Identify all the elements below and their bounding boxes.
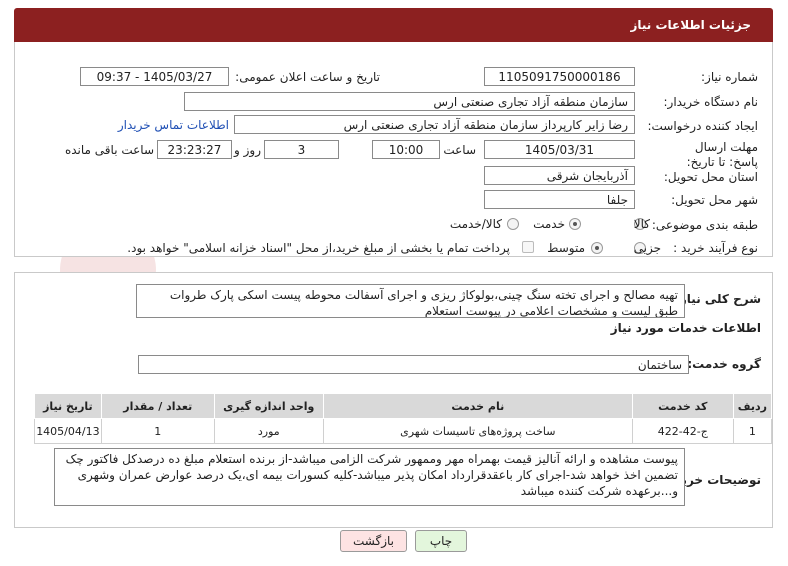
deadline-label: مهلت ارسال پاسخ: تا تاریخ: [686,140,758,169]
print-button[interactable]: چاپ [415,530,467,552]
province-label: استان محل تحویل: [663,170,758,184]
deadline-time-label: ساعت [443,143,476,157]
buyer-org-field[interactable]: سازمان منطقه آزاد تجاری صنعتی ارس [184,92,635,111]
cell-need-date: 1405/04/13 [34,418,102,444]
service-group-field[interactable]: ساختمان [138,355,689,374]
remaining-label: ساعت باقی مانده [64,143,154,157]
purchase-option-minor: جزیی [633,241,661,255]
col-unit: واحد اندازه گیری [213,393,324,419]
back-button[interactable]: بازگشت [340,530,407,552]
cell-quantity: 1 [100,418,215,444]
cell-service-name: ساخت پروژه‌های تاسیسات شهری [322,418,633,444]
panel-header: جزئیات اطلاعات نیاز [14,8,773,42]
category-option-service: خدمت [533,217,565,231]
creator-field[interactable]: رضا زاير كارپرداز سازمان منطقه آزاد تجار… [234,115,635,134]
announce-field[interactable]: 1405/03/27 - 09:37 [80,67,229,86]
summary-label: شرح کلی نیاز: [675,292,761,306]
col-service-code: کد خدمت [631,393,734,419]
days-field[interactable]: 3 [264,140,339,159]
category-option-goods-service: کالا/خدمت [449,217,502,231]
treasury-payment-note: پرداخت تمام یا بخشی از مبلغ خرید،از محل … [127,241,510,255]
city-field[interactable]: جلفا [484,190,635,209]
treasury-payment-checkbox[interactable] [522,241,534,253]
category-option-goods: کالا [633,217,650,231]
creator-label: ایجاد کننده درخواست: [647,119,758,133]
col-row: ردیف [732,393,773,419]
category-radio-goods-service[interactable] [507,218,519,230]
contact-buyer-link[interactable]: اطلاعات تماس خریدار [118,118,229,132]
days-label: روز و [234,143,261,157]
need-number-field[interactable]: 1105091750000186 [484,67,635,86]
buyer-notes-textarea[interactable]: پیوست مشاهده و ارائه آنالیز قیمت بهمراه … [54,448,685,506]
cell-service-code: ج-42-422 [631,418,734,444]
remaining-time-field[interactable]: 23:23:27 [157,140,232,159]
buyer-org-label: نام دستگاه خریدار: [663,95,759,109]
deadline-date-field[interactable]: 1405/03/31 [484,140,635,159]
province-field[interactable]: آذربایجان شرقی [484,166,635,185]
cell-row: 1 [732,418,773,444]
col-service-name: نام خدمت [322,393,633,419]
city-label: شهر محل تحویل: [671,193,758,207]
services-table-header: ردیف کد خدمت نام خدمت واحد اندازه گیری ت… [34,393,773,419]
cell-unit: مورد [213,418,324,444]
service-group-label: گروه خدمت: [687,357,761,371]
table-row[interactable]: 1 ج-42-422 ساخت پروژه‌های تاسیسات شهری م… [34,418,773,444]
purchase-type-label: نوع فرآیند خرید : [673,241,758,255]
deadline-time-field[interactable]: 10:00 [372,140,440,159]
services-section-title: اطلاعات خدمات مورد نیاز [610,321,761,335]
category-radio-service[interactable] [569,218,581,230]
services-table: ردیف کد خدمت نام خدمت واحد اندازه گیری ت… [34,393,773,444]
purchase-option-medium: متوسط [547,241,585,255]
category-label: طبقه بندی موضوعی: [651,218,758,232]
purchase-radio-medium[interactable] [591,242,603,254]
summary-textarea[interactable]: تهیه مصالح و اجرای تخته سنگ چینی،بولوكاژ… [136,284,685,318]
col-need-date: تاریخ نیاز [34,393,102,419]
need-number-label: شماره نیاز: [701,70,758,84]
panel-title: جزئیات اطلاعات نیاز [630,18,751,32]
col-quantity: تعداد / مقدار [100,393,215,419]
announce-label: تاریخ و ساعت اعلان عمومی: [235,70,380,84]
